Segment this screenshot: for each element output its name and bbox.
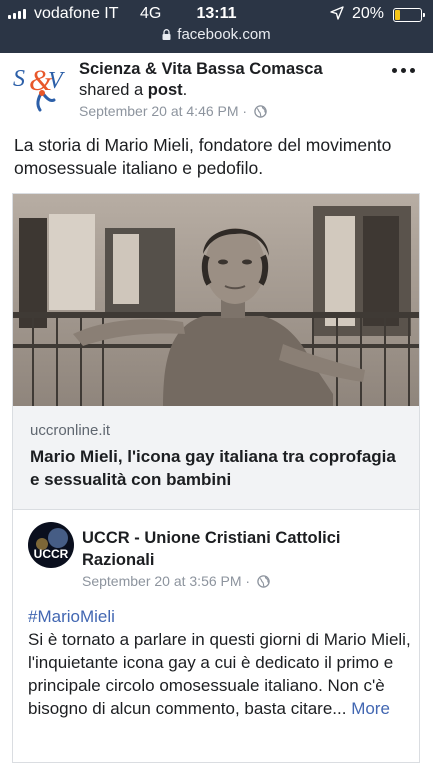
shared-post-meta: September 20 at 3:56 PM · [82, 573, 270, 589]
browser-top-bar: vodafone IT 4G 13:11 20% facebook.com [0, 0, 433, 53]
url-bar[interactable]: facebook.com [0, 26, 433, 43]
post-header-title: Scienza & Vita Bassa Comasca shared a po… [79, 59, 379, 101]
avatar-text: UCCR [34, 547, 69, 561]
url-text: facebook.com [177, 26, 271, 43]
link-preview-card[interactable]: uccronline.it Mario Mieli, l'icona gay i… [12, 193, 420, 510]
svg-text:V: V [48, 68, 65, 94]
see-more-link[interactable]: More [351, 699, 390, 718]
shared-post-link[interactable]: post [148, 81, 183, 99]
more-dots-icon[interactable] [392, 68, 415, 73]
post-author-link[interactable]: Scienza & Vita Bassa Comasca [79, 60, 323, 78]
post-action-suffix: . [182, 81, 188, 99]
svg-text:S: S [13, 66, 25, 92]
lock-icon [162, 29, 171, 40]
post-action-prefix: shared a [79, 81, 148, 99]
globe-icon [257, 575, 270, 588]
shared-author-avatar[interactable]: UCCR [28, 522, 74, 568]
battery-percent: 20% [352, 5, 385, 22]
link-title[interactable]: Mario Mieli, l'icona gay italiana tra co… [30, 445, 410, 491]
post-meta: September 20 at 4:46 PM · [79, 103, 267, 119]
post-timestamp[interactable]: September 20 at 4:46 PM · [79, 103, 251, 119]
battery-level [395, 10, 400, 20]
hashtag-link[interactable]: #MarioMieli [28, 607, 115, 626]
shared-post-card[interactable]: UCCR UCCR - Unione Cristiani Cattolici R… [12, 510, 420, 763]
shared-post-text: #MarioMieli Si è tornato a parlare in qu… [28, 605, 413, 720]
location-arrow-icon [330, 6, 344, 20]
shared-author-name[interactable]: UCCR - Unione Cristiani Cattolici Razion… [82, 527, 402, 571]
link-source-domain: uccronline.it [30, 422, 111, 439]
battery-icon [393, 8, 425, 22]
globe-icon [254, 105, 267, 118]
link-preview-image [13, 194, 419, 406]
status-bar: vodafone IT 4G 13:11 20% [0, 0, 433, 26]
shared-post-timestamp[interactable]: September 20 at 3:56 PM · [82, 573, 254, 589]
page-avatar-logo[interactable]: S & V [12, 60, 68, 114]
post-text: La storia di Mario Mieli, fondatore del … [14, 135, 392, 178]
